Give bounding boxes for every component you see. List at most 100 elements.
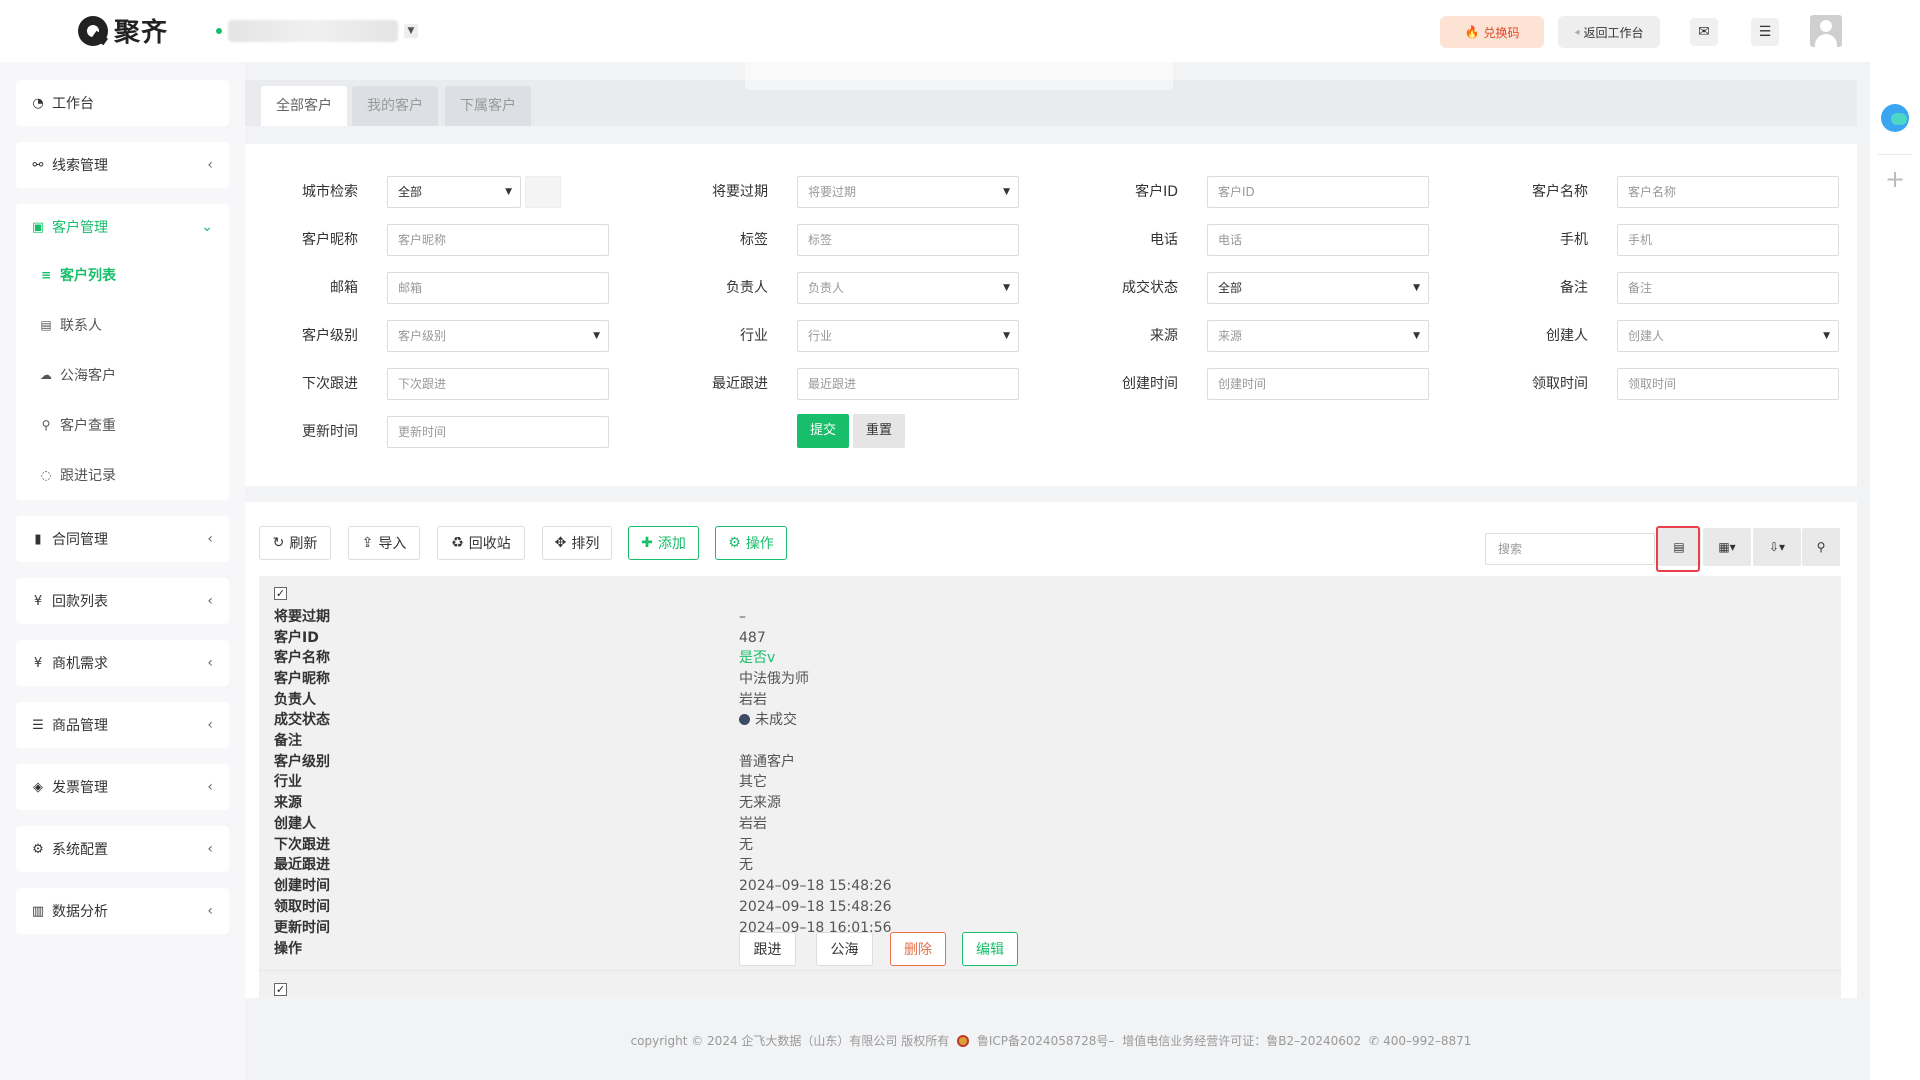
redeem-code-button[interactable]: 🔥 兑换码: [1440, 16, 1544, 48]
customer-name-label: 客户名称: [1532, 184, 1588, 200]
recycle-bin-label: 回收站: [468, 536, 511, 552]
avatar[interactable]: [1810, 15, 1842, 47]
upload-icon: ⇪: [361, 535, 374, 551]
icp-link[interactable]: 鲁ICP备2024058728号–: [977, 1034, 1115, 1048]
record-card: [259, 576, 1841, 970]
caret-down-icon: ▼: [1413, 283, 1420, 293]
city-search-secondary[interactable]: [525, 176, 561, 208]
tab-my-customers[interactable]: 我的客户: [352, 86, 438, 126]
deal-status-select[interactable]: 全部 ▼: [1207, 272, 1429, 304]
sort-button[interactable]: ✥ 排列: [542, 526, 612, 560]
cloud-icon: ☁: [40, 368, 52, 382]
sidebar-item-payments[interactable]: ¥ 回款列表 ‹: [16, 578, 229, 624]
company-switcher[interactable]: ▼: [216, 20, 418, 42]
create-time-input[interactable]: 创建时间: [1207, 368, 1429, 400]
online-status-dot: [216, 28, 222, 34]
mobile-input[interactable]: 手机: [1617, 224, 1839, 256]
field-value-customer-id: 487: [739, 630, 766, 646]
sidebar-item-contracts[interactable]: ▮ 合同管理 ‹: [16, 516, 229, 562]
menu-icon[interactable]: ☰: [1751, 18, 1779, 46]
sidebar-item-opportunities[interactable]: ¥ 商机需求 ‹: [16, 640, 229, 686]
sidebar-item-products[interactable]: ☰ 商品管理 ‹: [16, 702, 229, 748]
operate-label: 操作: [745, 536, 774, 552]
right-rail: +: [1870, 62, 1920, 1080]
tag-input[interactable]: 标签: [797, 224, 1019, 256]
link-icon: ⚯: [32, 157, 44, 173]
advanced-search-button[interactable]: ⚲: [1802, 528, 1840, 566]
logo-mark-icon: [78, 15, 108, 46]
row-checkbox[interactable]: ✓: [274, 587, 287, 600]
submit-button[interactable]: 提交: [797, 414, 849, 448]
customer-id-label: 客户ID: [1135, 184, 1178, 200]
watermark-overlay: [745, 50, 1173, 90]
next-follow-input[interactable]: 下次跟进: [387, 368, 609, 400]
recycle-bin-button[interactable]: ♻ 回收站: [437, 526, 525, 560]
plus-icon[interactable]: +: [1882, 166, 1908, 192]
table-search-input[interactable]: 搜索: [1485, 533, 1655, 565]
caret-down-icon: ▼: [1823, 331, 1830, 341]
customer-id-input[interactable]: 客户ID: [1207, 176, 1429, 208]
refresh-icon: ↻: [272, 535, 285, 551]
email-input[interactable]: 邮箱: [387, 272, 609, 304]
sidebar-item-invoices[interactable]: ◈ 发票管理 ‹: [16, 764, 229, 810]
nickname-input[interactable]: 客户昵称: [387, 224, 609, 256]
customer-name-link[interactable]: 是否v: [739, 648, 775, 668]
receive-time-input[interactable]: 领取时间: [1617, 368, 1839, 400]
phone-input[interactable]: 电话: [1207, 224, 1429, 256]
remark-input[interactable]: 备注: [1617, 272, 1839, 304]
logo[interactable]: 聚齐: [78, 12, 168, 49]
comments-icon: ◌: [40, 468, 52, 482]
sidebar-subitem-contacts[interactable]: ▤ 联系人: [16, 300, 229, 350]
owner-select[interactable]: 负责人 ▼: [797, 272, 1019, 304]
operate-button[interactable]: ⚙ 操作: [715, 526, 787, 560]
sidebar-subitem-follow-records[interactable]: ◌ 跟进记录: [16, 450, 229, 500]
update-time-input[interactable]: 更新时间: [387, 416, 609, 448]
sidebar-item-system-config[interactable]: ⚙ 系统配置 ‹: [16, 826, 229, 872]
tab-all-customers[interactable]: 全部客户: [261, 86, 347, 126]
add-button[interactable]: ✚ 添加: [628, 526, 699, 560]
source-select[interactable]: 来源 ▼: [1207, 320, 1429, 352]
import-button[interactable]: ⇪ 导入: [348, 526, 420, 560]
expire-select[interactable]: 将要过期 ▼: [797, 176, 1019, 208]
sidebar-item-data-analysis[interactable]: ▥ 数据分析 ‹: [16, 888, 229, 934]
back-to-workbench-button[interactable]: ◂ 返回工作台: [1558, 16, 1660, 48]
customer-name-input[interactable]: 客户名称: [1617, 176, 1839, 208]
remark-label: 备注: [1560, 280, 1588, 296]
recent-follow-input[interactable]: 最近跟进: [797, 368, 1019, 400]
mail-icon[interactable]: ✉: [1690, 18, 1718, 46]
creator-select[interactable]: 创建人 ▼: [1617, 320, 1839, 352]
city-search-select[interactable]: 全部 ▼: [387, 176, 521, 208]
row-checkbox[interactable]: ✓: [274, 983, 287, 996]
sidebar-subitem-public-customers[interactable]: ☁ 公海客户: [16, 350, 229, 400]
field-value-nickname: 中法俄为师: [739, 671, 809, 687]
edit-button[interactable]: 编辑: [962, 932, 1018, 966]
export-dropdown[interactable]: ⇩▾: [1753, 528, 1801, 566]
follow-up-button[interactable]: 跟进: [739, 932, 796, 966]
divider: [1878, 154, 1912, 155]
industry-select[interactable]: 行业 ▼: [797, 320, 1019, 352]
field-label-update-time: 更新时间: [274, 920, 330, 936]
recent-follow-label: 最近跟进: [712, 376, 768, 392]
field-value-update-time: 2024–09–18 16:01:56: [739, 920, 892, 932]
expire-placeholder: 将要过期: [808, 185, 857, 199]
columns-dropdown[interactable]: ▦▾: [1703, 528, 1751, 566]
chevron-left-icon: ‹: [207, 717, 213, 733]
tab-subordinate-customers[interactable]: 下属客户: [445, 86, 531, 126]
sidebar-item-leads[interactable]: ⚯ 线索管理 ‹: [16, 142, 229, 188]
sidebar-subitem-label: 客户查重: [60, 418, 116, 434]
field-label-level: 客户级别: [274, 754, 330, 770]
level-select[interactable]: 客户级别 ▼: [387, 320, 609, 352]
chevron-down-icon[interactable]: ▼: [404, 24, 418, 38]
field-label-create-time: 创建时间: [274, 878, 330, 894]
sidebar-item-customers[interactable]: ▣ 客户管理 ⌄: [16, 204, 229, 250]
sidebar-subitem-duplicate-check[interactable]: ⚲ 客户查重: [16, 400, 229, 450]
refresh-button[interactable]: ↻ 刷新: [259, 526, 331, 560]
reset-button[interactable]: 重置: [853, 414, 905, 448]
sidebar-item-workbench[interactable]: ◔ 工作台: [16, 80, 229, 126]
chat-icon[interactable]: [1881, 104, 1909, 132]
sidebar-subitem-customer-list[interactable]: ≡ 客户列表: [16, 250, 229, 300]
delete-button[interactable]: 删除: [890, 932, 946, 966]
move-to-public-button[interactable]: 公海: [816, 932, 873, 966]
field-label-owner: 负责人: [274, 692, 316, 708]
redeem-code-label: 兑换码: [1483, 25, 1520, 40]
